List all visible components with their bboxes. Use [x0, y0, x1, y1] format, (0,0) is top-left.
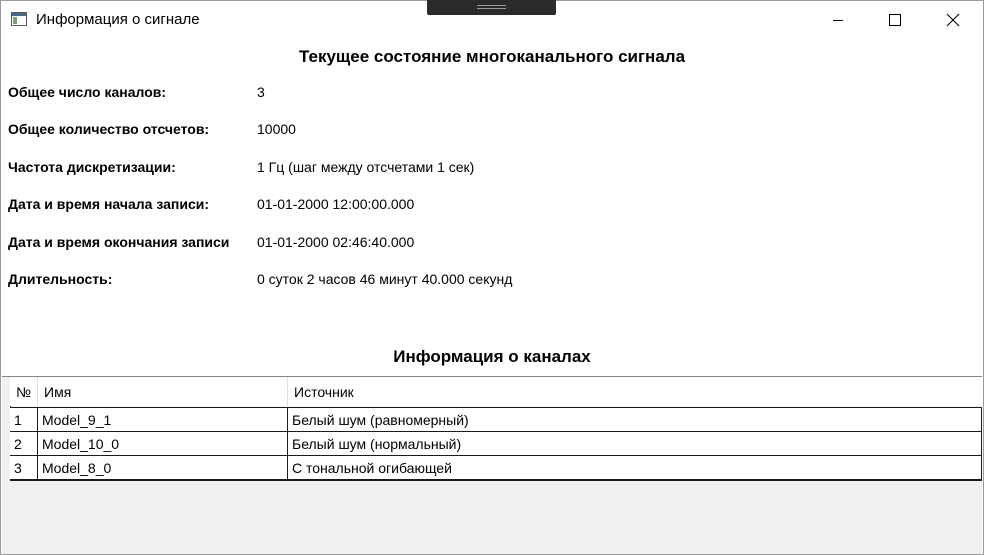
row-source-cell[interactable]: Белый шум (равномерный): [288, 408, 982, 431]
drag-grip-line: [477, 5, 506, 6]
maximize-icon: [889, 14, 901, 26]
table-row[interactable]: 3 Model_8_0 С тональной огибающей: [10, 456, 982, 481]
row-name-cell[interactable]: Model_9_1: [38, 408, 288, 431]
channel-count-value: 3: [257, 84, 265, 100]
row-number-cell[interactable]: 3: [10, 456, 38, 479]
row-number-cell[interactable]: 2: [10, 432, 38, 455]
row-source-cell[interactable]: Белый шум (нормальный): [288, 432, 982, 455]
table-row[interactable]: 2 Model_10_0 Белый шум (нормальный): [10, 432, 982, 457]
start-time-value: 01-01-2000 12:00:00.000: [257, 196, 415, 212]
maximize-button[interactable]: [872, 2, 918, 38]
table-row[interactable]: 1 Model_9_1 Белый шум (равномерный): [10, 407, 982, 433]
end-time-label: Дата и время окончания записи: [8, 234, 230, 250]
start-time-label: Дата и время начала записи:: [8, 196, 210, 212]
channels-heading: Информация о каналах: [393, 347, 591, 366]
minimize-icon: [833, 20, 843, 21]
sampling-rate-label: Частота дискретизации:: [8, 159, 176, 175]
row-source-cell[interactable]: С тональной огибающей: [288, 456, 982, 479]
column-header-source[interactable]: Источник: [288, 377, 982, 406]
close-icon: [946, 13, 960, 27]
minimize-button[interactable]: [815, 2, 861, 38]
row-name-cell[interactable]: Model_10_0: [38, 432, 288, 455]
row-name-cell[interactable]: Model_8_0: [38, 456, 288, 479]
window-drag-handle[interactable]: [427, 0, 556, 15]
column-header-name[interactable]: Имя: [38, 377, 288, 406]
channels-grid[interactable]: № Имя Источник 1 Model_9_1 Белый шум (ра…: [2, 376, 982, 554]
row-number-cell[interactable]: 1: [10, 408, 38, 431]
sample-count-label: Общее количество отсчетов:: [8, 121, 210, 137]
window-title: Информация о сигнале: [36, 11, 200, 28]
duration-label: Длительность:: [8, 271, 113, 287]
duration-value: 0 суток 2 часов 46 минут 40.000 секунд: [257, 271, 513, 287]
grid-header: № Имя Источник: [10, 377, 982, 406]
sampling-rate-value: 1 Гц (шаг между отсчетами 1 сек): [257, 159, 475, 175]
channel-count-label: Общее число каналов:: [8, 84, 167, 100]
sample-count-value: 10000: [257, 121, 296, 137]
column-header-number[interactable]: №: [10, 377, 38, 406]
signal-heading: Текущее состояние многоканального сигнал…: [298, 47, 686, 66]
app-window-icon: [11, 12, 27, 26]
close-button[interactable]: [930, 2, 976, 38]
end-time-value: 01-01-2000 02:46:40.000: [257, 234, 415, 250]
drag-grip-line: [477, 8, 506, 9]
